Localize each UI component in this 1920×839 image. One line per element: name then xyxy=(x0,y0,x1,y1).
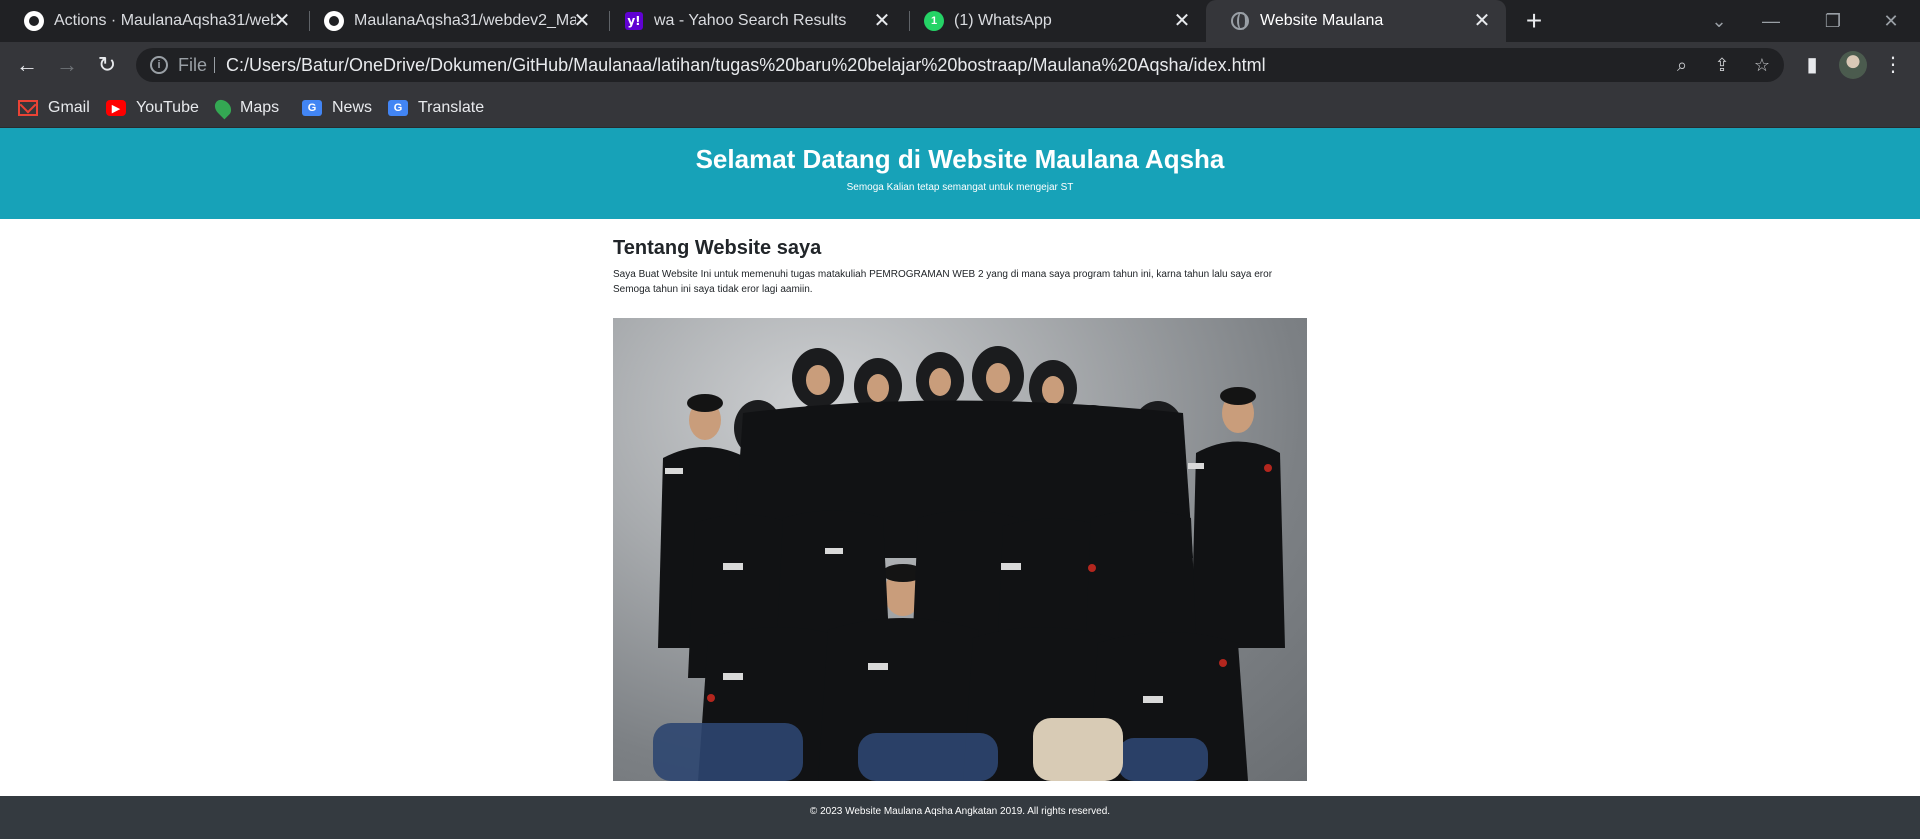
news-icon: G xyxy=(302,100,322,116)
info-icon[interactable]: i xyxy=(150,56,168,74)
about-heading: Tentang Website saya xyxy=(613,237,822,259)
bookmarks-bar: Gmail ▶ YouTube Maps G News G Translate xyxy=(0,88,1920,128)
close-icon[interactable]: ✕ xyxy=(272,11,292,31)
page-title: Selamat Datang di Website Maulana Aqsha xyxy=(695,144,1225,174)
whatsapp-icon: 1 xyxy=(924,11,944,31)
tab-github-actions[interactable]: Actions · MaulanaAqsha31/webd ✕ xyxy=(0,0,306,42)
tab-title: MaulanaAqsha31/webdev2_Maul xyxy=(354,12,576,29)
tab-whatsapp[interactable]: 1 (1) WhatsApp ✕ xyxy=(900,0,1206,42)
bookmark-maps[interactable]: Maps xyxy=(211,96,280,120)
globe-icon xyxy=(1230,11,1250,31)
bookmark-label: Gmail xyxy=(48,99,90,116)
bookmark-translate[interactable]: G Translate xyxy=(388,96,484,120)
bookmark-label: News xyxy=(332,99,373,116)
close-icon[interactable]: ✕ xyxy=(572,11,592,31)
back-button[interactable]: ← xyxy=(12,50,42,80)
bookmark-youtube[interactable]: ▶ YouTube xyxy=(106,96,199,120)
youtube-icon: ▶ xyxy=(106,100,126,116)
close-icon[interactable]: ✕ xyxy=(1472,11,1492,31)
tab-search-icon[interactable]: ⌄ xyxy=(1704,6,1734,36)
bookmark-star-icon[interactable]: ☆ xyxy=(1752,55,1772,75)
url-text[interactable]: C:/Users/Batur/OneDrive/Dokumen/GitHub/M… xyxy=(226,48,1266,82)
bookmark-label: Maps xyxy=(240,99,280,116)
translate-icon: G xyxy=(388,100,408,116)
bookmark-label: Translate xyxy=(418,99,485,116)
share-icon[interactable]: ⇪ xyxy=(1712,55,1732,75)
github-icon xyxy=(324,11,344,31)
new-tab-button[interactable]: + xyxy=(1520,7,1548,35)
tab-strip: Actions · MaulanaAqsha31/webd ✕ MaulanaA… xyxy=(0,0,1920,42)
page-subtitle: Semoga Kalian tetap semangat untuk menge… xyxy=(846,182,1074,193)
minimize-icon[interactable]: — xyxy=(1756,6,1786,36)
page-viewport: Selamat Datang di Website Maulana Aqsha … xyxy=(0,128,1920,839)
page-footer: © 2023 Website Maulana Aqsha Angkatan 20… xyxy=(0,796,1920,839)
footer-text: © 2023 Website Maulana Aqsha Angkatan 20… xyxy=(809,806,1111,817)
tab-title: wa - Yahoo Search Results xyxy=(654,12,847,29)
gmail-icon xyxy=(18,100,38,116)
window-close-icon[interactable]: ✕ xyxy=(1876,6,1906,36)
tab-github-repo[interactable]: MaulanaAqsha31/webdev2_Maul ✕ xyxy=(300,0,606,42)
tab-website-maulana[interactable]: Website Maulana ✕ xyxy=(1206,0,1506,42)
yahoo-icon: y! xyxy=(624,11,644,31)
about-text: Saya Buat Website Ini untuk memenuhi tug… xyxy=(613,269,1273,295)
github-icon xyxy=(24,11,44,31)
about-section: Tentang Website saya Saya Buat Website I… xyxy=(613,235,1307,297)
zoom-icon[interactable]: ⌕ xyxy=(1672,55,1692,75)
bookmark-gmail[interactable]: Gmail xyxy=(18,96,90,120)
group-photo xyxy=(613,318,1307,781)
browser-toolbar: ← → ↻ i File C:/Users/Batur/OneDrive/Dok… xyxy=(0,42,1920,88)
profile-avatar[interactable] xyxy=(1839,51,1867,79)
maps-icon xyxy=(211,96,235,120)
hero-banner: Selamat Datang di Website Maulana Aqsha … xyxy=(0,128,1920,219)
url-scheme: File xyxy=(178,55,208,75)
bookmark-news[interactable]: G News xyxy=(302,96,372,120)
bookmark-label: YouTube xyxy=(136,99,199,116)
reload-button[interactable]: ↻ xyxy=(92,50,122,80)
menu-icon[interactable]: ⋮ xyxy=(1878,50,1908,80)
address-bar[interactable]: i File C:/Users/Batur/OneDrive/Dokumen/G… xyxy=(136,48,1784,82)
tab-title: Website Maulana xyxy=(1260,12,1384,29)
forward-button[interactable]: → xyxy=(52,50,82,80)
restore-icon[interactable]: ❐ xyxy=(1818,6,1848,36)
tab-title: Actions · MaulanaAqsha31/webd xyxy=(54,12,276,29)
close-icon[interactable]: ✕ xyxy=(872,11,892,31)
url-divider xyxy=(214,57,215,73)
tab-title: (1) WhatsApp xyxy=(954,12,1052,29)
side-panel-icon[interactable]: ▮ xyxy=(1797,50,1827,80)
close-icon[interactable]: ✕ xyxy=(1172,11,1192,31)
tab-yahoo-search[interactable]: y! wa - Yahoo Search Results ✕ xyxy=(600,0,906,42)
